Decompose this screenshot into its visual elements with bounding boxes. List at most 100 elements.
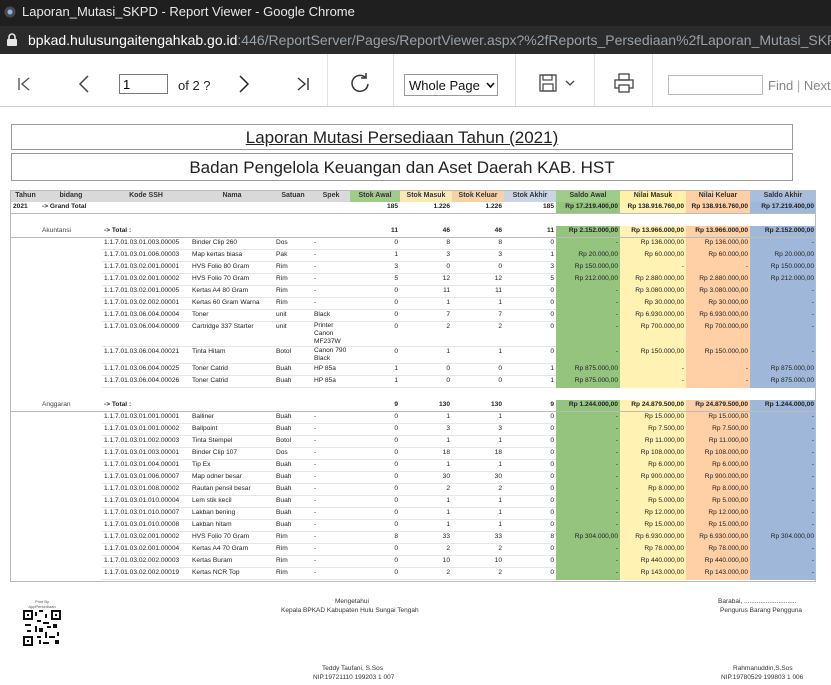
kode-ssh-cell: 1.1.7.01.03.01.004.00001: [102, 459, 190, 472]
satuan-cell: Buah: [274, 495, 312, 508]
empty-cell: [40, 262, 102, 274]
kode-ssh-cell: 1.1.7.01.03.06.004.00021: [102, 346, 190, 364]
nilai-keluar-cell: Rp 30.000,00: [686, 297, 750, 310]
stok-awal-cell: 0: [350, 237, 400, 250]
empty-cell: [40, 347, 102, 364]
chevron-down-icon: [565, 80, 575, 86]
satuan-cell: Pak: [274, 249, 312, 262]
spacer-row: [11, 388, 816, 401]
column-header: Nilai Keluar: [686, 190, 750, 202]
saldo-awal-cell: -: [556, 519, 620, 532]
nilai-keluar-cell: Rp 7.500,00: [686, 423, 750, 436]
stok-akhir-cell: 0: [504, 495, 556, 508]
spek-cell: -: [312, 459, 350, 472]
first-page-button[interactable]: [12, 72, 36, 96]
kode-ssh-cell: 1.1.7.01.03.01.003.00001: [102, 447, 190, 460]
satuan-cell: Dos: [274, 447, 312, 460]
kepala-title: Kepala BPKAD Kabupaten Hulu Sungai Tenga…: [281, 607, 419, 614]
kode-ssh-cell: 1.1.7.01.03.02.001.00004: [102, 543, 190, 556]
table-row: 1.1.7.01.03.06.004.00021 Tinta Hitam Botol…: [11, 346, 816, 364]
stok-keluar-cell: 0: [452, 363, 504, 376]
refresh-button[interactable]: [347, 71, 373, 95]
saldo-akhir-cell: -: [750, 507, 816, 520]
empty-cell: [11, 520, 40, 532]
satuan-cell: Buah: [274, 519, 312, 532]
find-next-link[interactable]: Next: [804, 78, 831, 93]
stok-awal-cell: 0: [350, 285, 400, 298]
last-page-button[interactable]: [291, 72, 315, 96]
kode-ssh-cell: 1.1.7.01.03.01.010.00007: [102, 507, 190, 520]
zoom-select[interactable]: Whole Page: [404, 74, 498, 96]
nama-cell: HVS Folio 80 Gram: [190, 261, 274, 274]
spek-cell: -: [312, 297, 350, 310]
previous-page-button[interactable]: [72, 72, 96, 96]
empty-cell: [40, 364, 102, 376]
stok-keluar-cell: 7: [452, 309, 504, 322]
spek-cell: -: [312, 483, 350, 496]
table-row: 1.1.7.01.03.02.002.00003 Kertas Buram Rim -…: [11, 555, 816, 568]
address-bar[interactable]: bpkad.hulusungaitengahkab.go.id:446/Repo…: [0, 26, 831, 54]
stok-awal-cell: 0: [350, 459, 400, 472]
nama-cell: Toner: [190, 309, 274, 322]
nilai-masuk-cell: Rp 5.000,00: [620, 495, 686, 508]
nilai-keluar-cell: Rp 900.000,00: [686, 471, 750, 484]
window-titlebar: Laporan_Mutasi_SKPD - Report Viewer - Go…: [0, 0, 831, 26]
table-cell: 46: [452, 226, 504, 238]
export-button[interactable]: [535, 71, 579, 95]
page-number-input[interactable]: [119, 74, 168, 94]
nilai-keluar-cell: Rp 150.000,00: [686, 346, 750, 364]
chevron-right-icon: [239, 75, 250, 93]
url-host: bpkad.hulusungaitengahkab.go.id: [28, 32, 238, 48]
spek-cell: -: [312, 531, 350, 544]
stok-keluar-cell: 1: [452, 435, 504, 448]
nilai-masuk-cell: Rp 8.000,00: [620, 483, 686, 496]
find-input[interactable]: [668, 75, 763, 95]
empty-cell: [190, 202, 274, 214]
nama-cell: Binder Clip 107: [190, 447, 274, 460]
first-page-icon: [18, 77, 30, 91]
find-link[interactable]: Find: [768, 78, 793, 93]
print-button[interactable]: [611, 71, 637, 95]
stok-awal-cell: 0: [350, 423, 400, 436]
saldo-awal-cell: Rp 875.000,00: [556, 363, 620, 376]
nilai-masuk-cell: Rp 6.000,00: [620, 459, 686, 472]
next-page-button[interactable]: [232, 72, 256, 96]
table-cell: 130: [400, 400, 452, 412]
nilai-masuk-cell: Rp 11.000,00: [620, 435, 686, 448]
stok-akhir-cell: 5: [504, 273, 556, 286]
stok-keluar-cell: 1: [452, 459, 504, 472]
spek-cell: Black: [312, 309, 350, 322]
stok-keluar-cell: 1: [452, 411, 504, 424]
stok-akhir-cell: 1: [504, 249, 556, 262]
satuan-cell: Rim: [274, 285, 312, 298]
column-header: Satuan: [274, 190, 312, 202]
nilai-masuk-cell: -: [620, 261, 686, 274]
stok-awal-cell: 5: [350, 273, 400, 286]
empty-cell: [11, 274, 40, 286]
stok-masuk-cell: 7: [400, 309, 452, 322]
saldo-akhir-cell: -: [750, 285, 816, 298]
spek-cell: -: [312, 507, 350, 520]
table-row: 1.1.7.01.03.06.004.00025 Toner Catrid Buah…: [11, 363, 816, 376]
nama-cell: Tinta Stempel: [190, 435, 274, 448]
grand-total-label: -> Grand Total: [40, 202, 190, 214]
saldo-akhir-cell: -: [750, 495, 816, 508]
saldo-awal-cell: Rp 20.000,00: [556, 249, 620, 262]
saldo-akhir-cell: -: [750, 555, 816, 568]
empty-cell: [40, 484, 102, 496]
spek-cell: -: [312, 423, 350, 436]
satuan-cell: Buah: [274, 507, 312, 520]
report-subtitle-box: Badan Pengelola Keuangan dan Aset Daerah…: [11, 153, 793, 181]
saldo-akhir-cell: Rp 875.000,00: [750, 375, 816, 388]
table-cell: 46: [400, 226, 452, 238]
satuan-cell: Botol: [274, 346, 312, 364]
stok-awal-cell: 0: [350, 346, 400, 364]
url-text[interactable]: bpkad.hulusungaitengahkab.go.id:446/Repo…: [28, 32, 831, 48]
find-links: Find | Next: [768, 78, 831, 93]
stok-masuk-cell: 2: [400, 567, 452, 580]
save-disk-icon: [539, 74, 557, 92]
table-row: 1.1.7.01.03.01.001.00001 Balliner Buah -0 1 1…: [11, 411, 816, 424]
stok-masuk-cell: 1: [400, 435, 452, 448]
stok-masuk-cell: 0: [400, 375, 452, 388]
report-title-box: Laporan Mutasi Persediaan Tahun (2021): [11, 124, 793, 150]
